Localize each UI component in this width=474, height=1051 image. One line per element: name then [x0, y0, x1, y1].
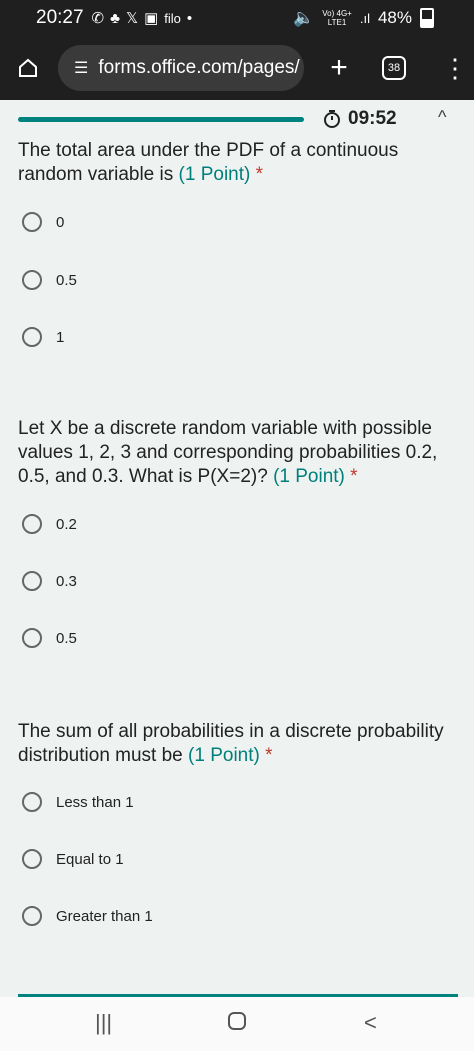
- question-1-option-2[interactable]: 0.5: [22, 270, 77, 290]
- back-icon[interactable]: <: [364, 1010, 377, 1036]
- question-points: (1 Point): [188, 745, 260, 766]
- mute-icon: 🔈: [293, 8, 315, 27]
- question-2-option-3[interactable]: 0.5: [22, 628, 77, 648]
- radio-button[interactable]: [22, 849, 42, 869]
- signal-icon: .ıl: [359, 10, 370, 26]
- address-bar[interactable]: ☰ forms.office.com/pages/: [58, 45, 304, 91]
- network-type: Vo) 4G+: [322, 9, 352, 18]
- question-1-option-1[interactable]: 0: [22, 212, 64, 232]
- system-icons: 🔈 Vo) 4G+ LTE1 .ıl 48%: [293, 8, 434, 28]
- option-label: 0.3: [56, 572, 77, 590]
- option-label: 0.5: [56, 271, 77, 289]
- radio-button[interactable]: [22, 514, 42, 534]
- radio-button[interactable]: [22, 571, 42, 591]
- battery-icon: [420, 8, 434, 28]
- filo-label: filo: [164, 10, 181, 26]
- whatsapp-icon: ✆: [91, 10, 105, 27]
- question-3: The sum of all probabilities in a discre…: [18, 720, 458, 768]
- required-marker: *: [255, 164, 264, 185]
- required-marker: *: [265, 745, 273, 766]
- option-label: 1: [56, 328, 65, 346]
- home-button[interactable]: [0, 57, 56, 79]
- tab-switcher-button[interactable]: 38: [382, 56, 406, 80]
- option-label: Equal to 1: [56, 850, 124, 868]
- notification-icons: ✆ ♣ 𝕏 ▣ filo •: [91, 9, 193, 28]
- filo-icon: ▣: [144, 10, 159, 27]
- question-1-option-3[interactable]: 1: [22, 327, 64, 347]
- option-label: 0.5: [56, 629, 77, 647]
- radio-button[interactable]: [22, 327, 42, 347]
- recent-apps-icon[interactable]: |||: [95, 1010, 112, 1036]
- network-indicator: Vo) 4G+ LTE1: [322, 9, 352, 27]
- clock: 20:27: [36, 7, 84, 28]
- site-settings-icon[interactable]: ☰: [74, 58, 88, 78]
- required-marker: *: [350, 466, 358, 487]
- battery-percent: 48%: [377, 8, 412, 27]
- more-menu-icon[interactable]: ⋮: [442, 53, 468, 84]
- x-icon: 𝕏: [125, 10, 139, 27]
- status-bar: 20:27 ✆ ♣ 𝕏 ▣ filo • 🔈 Vo) 4G+ LTE1 .ıl …: [0, 0, 474, 36]
- url-text: forms.office.com/pages/: [98, 57, 300, 78]
- question-points: (1 Point): [178, 164, 251, 185]
- timer-value: 09:52: [348, 108, 397, 129]
- question-1: The total area under the PDF of a contin…: [18, 139, 458, 187]
- radio-button[interactable]: [22, 212, 42, 232]
- question-2: Let X be a discrete random variable with…: [18, 417, 458, 489]
- home-nav-icon[interactable]: [226, 1010, 248, 1038]
- question-text: Let X be a discrete random variable with…: [18, 418, 438, 487]
- option-label: 0: [56, 213, 65, 231]
- question-points: (1 Point): [273, 466, 345, 487]
- question-3-option-3[interactable]: Greater than 1: [22, 906, 153, 926]
- radio-button[interactable]: [22, 906, 42, 926]
- radio-button[interactable]: [22, 628, 42, 648]
- snapchat-icon: ♣: [110, 9, 120, 27]
- option-label: 0.2: [56, 515, 77, 533]
- question-2-option-1[interactable]: 0.2: [22, 514, 77, 534]
- form-progress-bar: [18, 117, 304, 122]
- browser-toolbar: ☰ forms.office.com/pages/ + 38 ⋮: [0, 36, 474, 100]
- new-tab-button[interactable]: +: [324, 51, 354, 85]
- question-3-option-1[interactable]: Less than 1: [22, 792, 134, 812]
- option-label: Greater than 1: [56, 907, 153, 925]
- radio-button[interactable]: [22, 270, 42, 290]
- dot-icon: •: [186, 9, 193, 27]
- network-sub: LTE1: [327, 18, 347, 27]
- question-2-option-2[interactable]: 0.3: [22, 571, 77, 591]
- question-3-option-2[interactable]: Equal to 1: [22, 849, 124, 869]
- system-navigation-bar: ||| <: [0, 997, 474, 1051]
- home-icon: [19, 58, 37, 77]
- radio-button[interactable]: [22, 792, 42, 812]
- form-timer: 09:52: [322, 108, 397, 130]
- home-circle-icon: [228, 1012, 246, 1030]
- stopwatch-icon: [324, 110, 340, 128]
- option-label: Less than 1: [56, 793, 134, 811]
- collapse-chevron-icon[interactable]: ^: [438, 107, 446, 128]
